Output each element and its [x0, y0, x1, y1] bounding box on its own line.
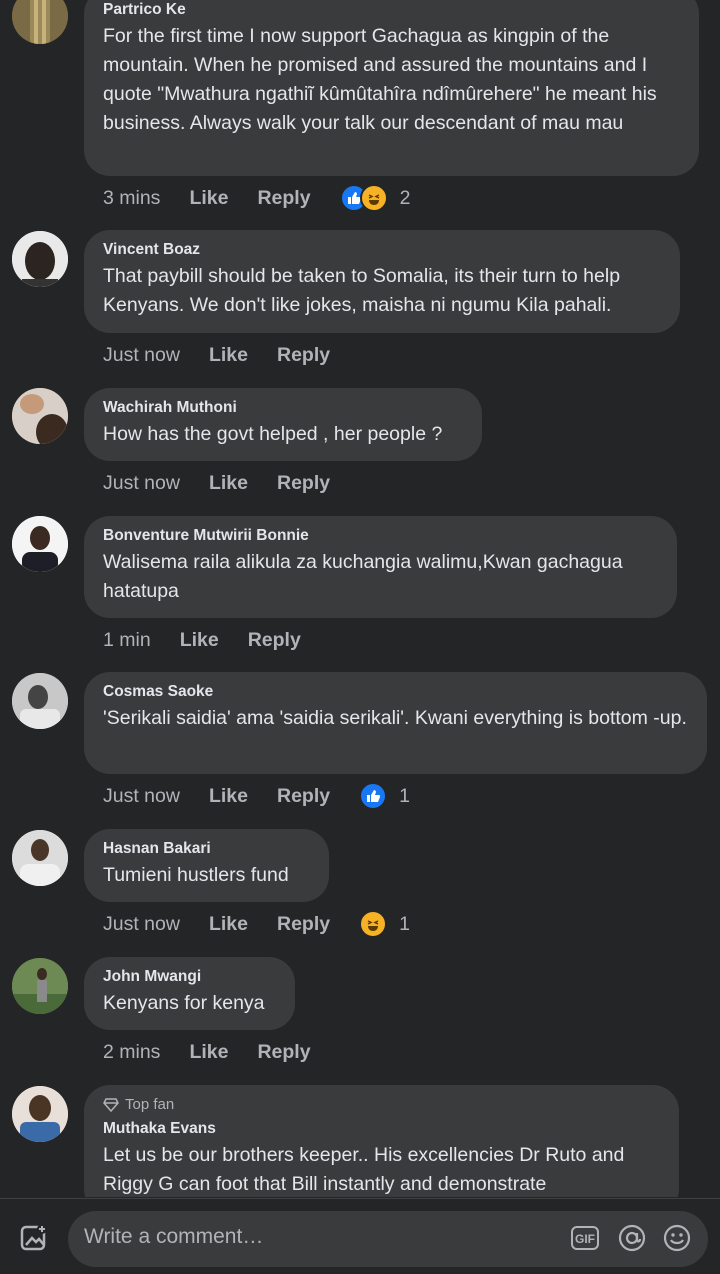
like-button[interactable]: Like	[209, 472, 248, 495]
comment-author[interactable]: Wachirah Muthoni	[103, 398, 464, 418]
reply-button[interactable]: Reply	[248, 629, 301, 652]
haha-icon	[359, 910, 388, 938]
photo-icon	[20, 1224, 47, 1251]
comment-actions: Just now Like Reply 1	[103, 909, 410, 939]
comment-author[interactable]: Bonventure Mutwirii Bonnie	[103, 526, 659, 546]
reaction-count: 1	[399, 784, 410, 807]
comment-text: That paybill should be taken to Somalia,…	[103, 265, 621, 316]
reaction-count: 2	[399, 186, 411, 209]
comment-actions: 1 min Like Reply	[103, 625, 330, 655]
comment-time[interactable]: Just now	[103, 913, 180, 936]
reaction-summary[interactable]: 1	[359, 910, 410, 938]
reply-button[interactable]: Reply	[257, 187, 310, 210]
reply-button[interactable]: Reply	[277, 344, 330, 367]
reply-button[interactable]: Reply	[277, 913, 330, 936]
comment-text: For the first time I now support Gachagu…	[103, 25, 657, 134]
comment-text: How has the govt helped , her people ?	[103, 423, 443, 445]
avatar[interactable]	[12, 830, 68, 886]
like-button[interactable]: Like	[180, 629, 219, 652]
comments-feed[interactable]: Partrico Ke For the first time I now sup…	[0, 0, 720, 1197]
comment-text: Let us be our brothers keeper.. His exce…	[103, 1144, 625, 1195]
comment-bubble[interactable]: Partrico Ke For the first time I now sup…	[84, 0, 699, 176]
avatar[interactable]	[12, 231, 68, 287]
comment-author[interactable]: Hasnan Bakari	[103, 839, 311, 859]
comment-actions: 2 mins Like Reply	[103, 1037, 340, 1067]
comment-time[interactable]: Just now	[103, 344, 180, 367]
comment-text: 'Serikali saidia' ama 'saidia serikali'.…	[103, 707, 687, 729]
comment-bubble[interactable]: Wachirah Muthoni How has the govt helped…	[84, 388, 482, 461]
comment-bubble[interactable]: Top fan Muthaka Evans Let us be our brot…	[84, 1085, 679, 1197]
comment-time[interactable]: 1 min	[103, 629, 151, 652]
gif-icon: GIF	[571, 1226, 599, 1250]
like-button[interactable]: Like	[189, 1041, 228, 1064]
top-fan-badge[interactable]: Top fan	[103, 1095, 661, 1115]
emoji-icon	[663, 1224, 691, 1252]
comment-bubble[interactable]: Bonventure Mutwirii Bonnie Walisema rail…	[84, 516, 677, 618]
comment-actions: Just now Like Reply	[103, 468, 359, 498]
avatar[interactable]	[12, 516, 68, 572]
reaction-summary[interactable]: 2	[339, 184, 411, 212]
at-icon	[618, 1224, 646, 1252]
comment-actions: Just now Like Reply	[103, 340, 359, 370]
like-button[interactable]: Like	[209, 913, 248, 936]
comment-bubble[interactable]: John Mwangi Kenyans for kenya	[84, 957, 295, 1030]
comment-text: Walisema raila alikula za kuchangia wali…	[103, 551, 623, 602]
mention-button[interactable]	[618, 1224, 646, 1252]
comment-time[interactable]: Just now	[103, 785, 180, 808]
like-button[interactable]: Like	[209, 785, 248, 808]
comment-author[interactable]: Partrico Ke	[103, 0, 681, 20]
haha-icon	[359, 184, 388, 212]
comment-time[interactable]: Just now	[103, 472, 180, 495]
gif-label: GIF	[575, 1232, 595, 1246]
comment-time[interactable]: 2 mins	[103, 1041, 160, 1064]
reply-button[interactable]: Reply	[277, 472, 330, 495]
reaction-count: 1	[399, 912, 410, 935]
comment-bubble[interactable]: Cosmas Saoke 'Serikali saidia' ama 'said…	[84, 672, 707, 774]
comment-time[interactable]: 3 mins	[103, 187, 160, 210]
diamond-icon	[103, 1098, 119, 1112]
badge-label: Top fan	[125, 1096, 175, 1113]
comment-actions: Just now Like Reply 1	[103, 781, 410, 811]
comment-text: Tumieni hustlers fund	[103, 864, 289, 886]
avatar[interactable]	[12, 0, 68, 44]
comment-author[interactable]: Cosmas Saoke	[103, 682, 689, 702]
comment-input[interactable]: Write a comment… GIF	[68, 1211, 708, 1267]
comment-author[interactable]: Vincent Boaz	[103, 240, 662, 260]
comment-bubble[interactable]: Hasnan Bakari Tumieni hustlers fund	[84, 829, 329, 902]
reaction-summary[interactable]: 1	[359, 782, 410, 810]
like-button[interactable]: Like	[209, 344, 248, 367]
comment-actions: 3 mins Like Reply 2	[103, 183, 410, 213]
comment-author[interactable]: John Mwangi	[103, 967, 277, 987]
photo-button[interactable]	[18, 1221, 50, 1253]
avatar[interactable]	[12, 673, 68, 729]
comment-author[interactable]: Muthaka Evans	[103, 1119, 661, 1139]
avatar[interactable]	[12, 388, 68, 444]
comment-bubble[interactable]: Vincent Boaz That paybill should be take…	[84, 230, 680, 333]
like-button[interactable]: Like	[189, 187, 228, 210]
avatar[interactable]	[12, 958, 68, 1014]
emoji-button[interactable]	[663, 1224, 691, 1252]
comment-text: Kenyans for kenya	[103, 992, 265, 1014]
like-icon	[359, 782, 388, 810]
comment-placeholder: Write a comment…	[84, 1225, 264, 1248]
comment-composer: Write a comment… GIF	[0, 1198, 720, 1274]
avatar[interactable]	[12, 1086, 68, 1142]
gif-button[interactable]: GIF	[571, 1226, 599, 1250]
reply-button[interactable]: Reply	[277, 785, 330, 808]
reply-button[interactable]: Reply	[257, 1041, 310, 1064]
